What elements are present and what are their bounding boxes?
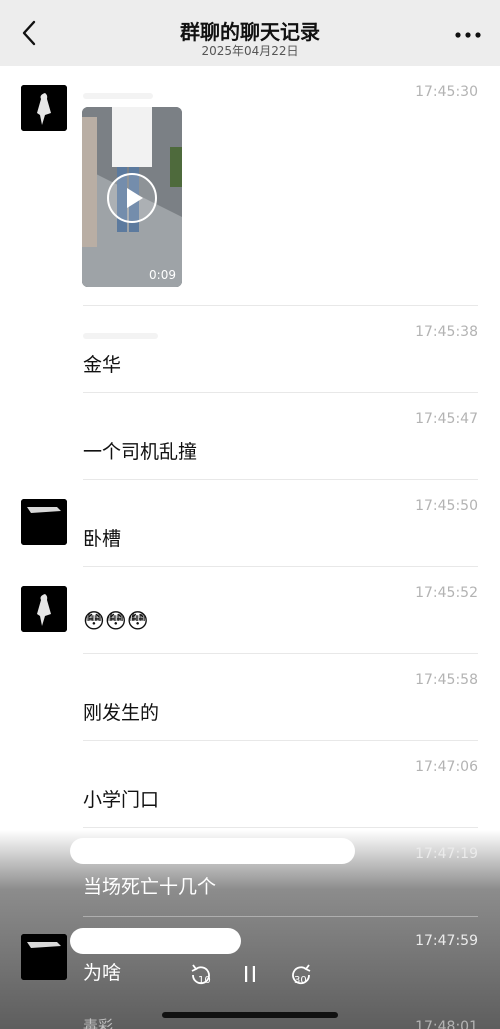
- flushed-emoji-icon: 😳😳😳: [83, 609, 149, 633]
- message-text: 为啥: [83, 962, 122, 984]
- message-text: 卧槽: [83, 528, 122, 550]
- play-button[interactable]: [107, 173, 157, 223]
- rewind-10-icon: 10: [191, 964, 211, 986]
- message-time: 17:48:01: [415, 1019, 478, 1029]
- forward-30-icon: 30: [292, 964, 311, 986]
- avatar[interactable]: [21, 934, 67, 980]
- avatar-image: [21, 499, 67, 545]
- message-time: 17:45:38: [415, 324, 478, 340]
- redaction-box: [70, 838, 355, 864]
- avatar[interactable]: [21, 586, 67, 632]
- rewind-label: 10: [198, 975, 211, 986]
- message-time: 17:45:50: [415, 498, 478, 514]
- avatar-image: [21, 934, 67, 980]
- divider: [83, 653, 478, 654]
- divider: [83, 740, 478, 741]
- avatar[interactable]: [21, 499, 67, 545]
- redaction-box: [70, 928, 241, 954]
- message-time: 17:45:58: [415, 672, 478, 688]
- pause-button[interactable]: [240, 962, 260, 986]
- divider: [83, 479, 478, 480]
- video-duration: 0:09: [149, 268, 176, 282]
- message-time: 17:45:47: [415, 411, 478, 427]
- more-button[interactable]: [454, 22, 482, 48]
- home-indicator: [162, 1012, 338, 1018]
- divider: [83, 392, 478, 393]
- divider: [83, 566, 478, 567]
- message-time: 17:47:59: [415, 933, 478, 949]
- video-thumbnail[interactable]: 0:09: [82, 107, 182, 287]
- divider: [83, 305, 478, 306]
- message-text: 一个司机乱撞: [83, 441, 198, 463]
- message-time: 17:45:30: [415, 84, 478, 100]
- avatar-image: [21, 586, 67, 632]
- rewind-10-button[interactable]: 10: [186, 960, 216, 990]
- emoji-message: 😳😳😳: [83, 609, 149, 633]
- sender-name-redacted: [83, 333, 158, 339]
- message-time: 17:47:19: [415, 846, 478, 862]
- avatar[interactable]: [21, 85, 67, 131]
- message-time: 17:45:52: [415, 585, 478, 601]
- divider: [83, 916, 478, 917]
- sender-name-partial: 毒彩: [83, 1017, 114, 1029]
- message-text: 当场死亡十几个: [83, 876, 217, 898]
- forward-30-button[interactable]: 30: [286, 960, 316, 990]
- page-title: 群聊的聊天记录: [180, 20, 320, 44]
- message-time: 17:47:06: [415, 759, 478, 775]
- nav-bar: 群聊的聊天记录 2025年04月22日: [0, 0, 500, 66]
- forward-label: 30: [294, 975, 307, 986]
- message-text: 刚发生的: [83, 702, 160, 724]
- more-dots-icon: [455, 32, 481, 38]
- message-text: 金华: [83, 354, 122, 376]
- message-text: 小学门口: [83, 789, 160, 811]
- divider: [83, 827, 478, 828]
- page-subtitle-date: 2025年04月22日: [201, 44, 299, 58]
- pause-icon: [245, 966, 255, 982]
- play-icon: [127, 188, 143, 208]
- sender-name-redacted: [83, 93, 153, 99]
- avatar-image: [21, 85, 67, 131]
